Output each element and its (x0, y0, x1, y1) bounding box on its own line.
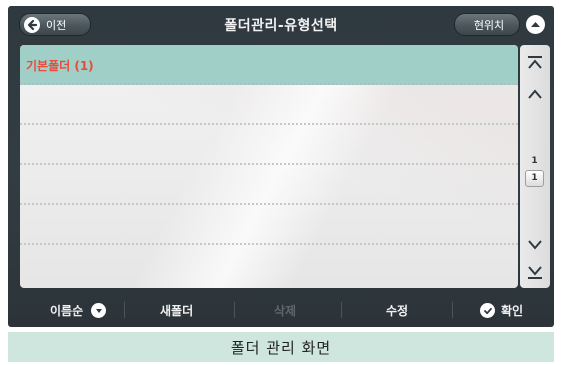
folder-list: 기본폴더 (1) (20, 45, 518, 288)
chevron-up-icon (528, 89, 542, 99)
check-icon (480, 303, 495, 318)
location-label: 현위치 (473, 18, 505, 32)
chevron-down-icon (528, 240, 542, 250)
list-item[interactable] (20, 165, 518, 205)
chevron-up-icon (531, 22, 540, 27)
sort-button[interactable]: 이름순 (50, 302, 107, 319)
scroll-top-button[interactable] (523, 51, 547, 75)
edit-label: 수정 (386, 304, 409, 318)
new-folder-button[interactable]: 새폴더 (160, 302, 193, 319)
edit-button[interactable]: 수정 (386, 302, 408, 319)
list-item[interactable] (20, 205, 518, 245)
delete-button[interactable]: 삭제 (274, 302, 296, 319)
divider (124, 302, 125, 318)
current-page: 1 (531, 156, 538, 166)
bottom-toolbar: 이름순 새폴더 삭제 수정 확인 (8, 292, 554, 326)
scroll-to-bottom-icon (528, 266, 542, 279)
confirm-label: 확인 (501, 304, 524, 318)
new-folder-label: 새폴더 (160, 304, 194, 318)
list-item[interactable] (20, 85, 518, 125)
divider (234, 302, 235, 318)
page-indicator: 1 1 (525, 153, 544, 189)
scroll-to-top-icon (528, 56, 542, 69)
list-item[interactable]: 기본폴더 (1) (20, 45, 518, 85)
menu-up-button[interactable] (526, 15, 545, 34)
scroll-down-button[interactable] (523, 232, 547, 256)
divider (452, 302, 453, 318)
dropdown-icon (91, 303, 107, 318)
list-item[interactable] (20, 245, 518, 285)
figure-caption: 폴더 관리 화면 (8, 332, 554, 362)
delete-label: 삭제 (274, 304, 297, 318)
confirm-button[interactable]: 확인 (480, 302, 523, 319)
scrollbar[interactable]: 1 1 (520, 45, 550, 288)
title-bar: 이전 폴더관리-유형선택 현위치 (8, 6, 554, 42)
divider (341, 302, 342, 318)
current-location-button[interactable]: 현위치 (454, 13, 520, 36)
scroll-up-button[interactable] (523, 83, 547, 107)
folder-name: 기본폴더 (1) (26, 59, 94, 73)
sort-label: 이름순 (50, 304, 84, 318)
list-item[interactable] (20, 125, 518, 165)
scroll-bottom-button[interactable] (523, 260, 547, 284)
device-screen: 이전 폴더관리-유형선택 현위치 기본폴더 (1) 1 1 이름순 새폴더 삭제… (8, 6, 554, 327)
total-pages: 1 (525, 170, 544, 187)
